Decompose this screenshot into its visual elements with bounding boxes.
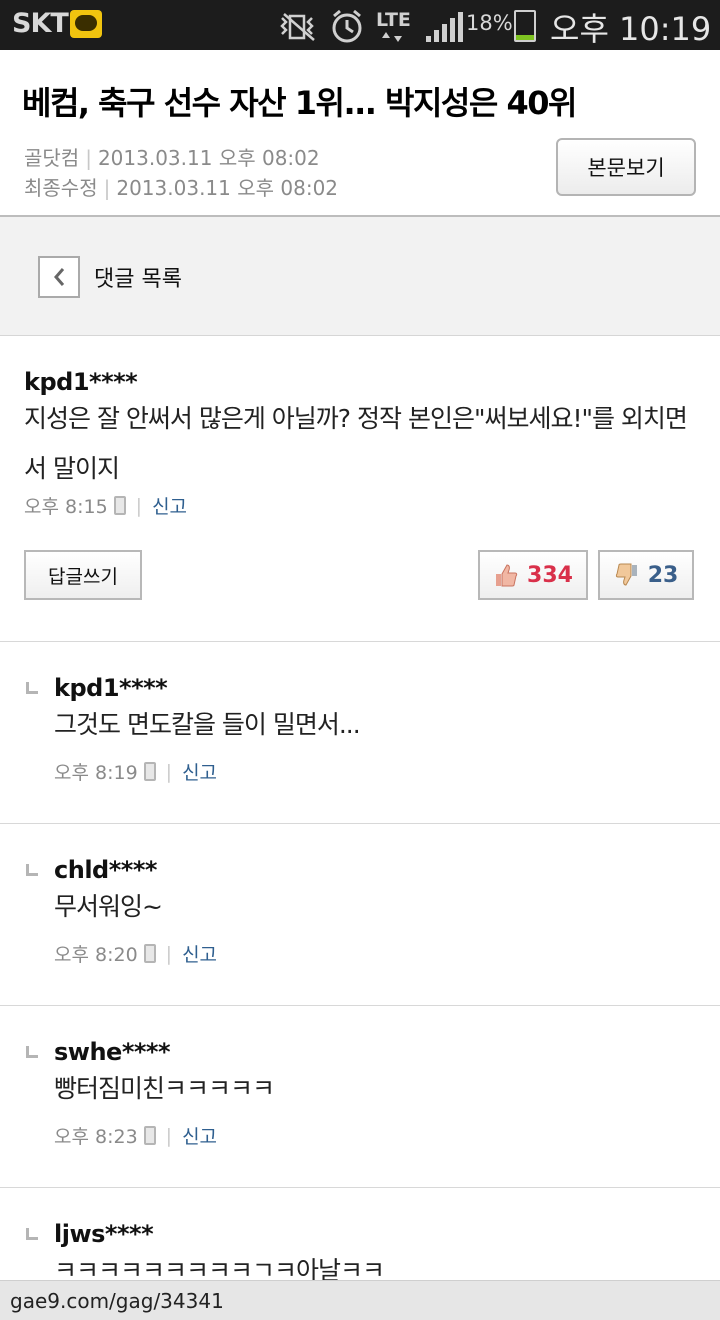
- carrier-label: SKT: [12, 8, 69, 39]
- view-article-button[interactable]: 본문보기: [556, 138, 696, 196]
- article-modified: 2013.03.11 오후 08:02: [116, 176, 339, 200]
- reply-username: swhe****: [54, 1038, 171, 1066]
- reply-button[interactable]: 답글쓰기: [24, 550, 142, 600]
- comment-meta: 오후 8:15 | 신고: [24, 492, 187, 519]
- chevron-left-icon: [54, 268, 65, 286]
- comment-username: kpd1****: [24, 368, 138, 396]
- reply-username: chld****: [54, 856, 157, 884]
- alarm-icon: [332, 9, 362, 43]
- comment-time: 오후 8:15: [24, 496, 108, 518]
- reply-time: 오후 8:19: [54, 762, 138, 784]
- reply-item: swhe**** 빵터짐미친ㅋㅋㅋㅋㅋ 오후 8:23 | 신고: [0, 1006, 720, 1188]
- reply-username: kpd1****: [54, 674, 168, 702]
- comment-text: 지성은 잘 안써서 많은게 아닐까? 정작 본인은"써보세요!"를 외치면서 말…: [24, 404, 688, 483]
- status-bar: SKT LTE 18% 오후 10:19: [0, 0, 720, 50]
- reply-text: ㅋㅋㅋㅋㅋㅋㅋㅋㅋㄱㅋ아날ㅋㅋ: [54, 1256, 385, 1280]
- reply-meta: 오후 8:19 | 신고: [54, 758, 217, 785]
- mobile-icon: [113, 496, 126, 515]
- reply-username: ljws****: [54, 1220, 154, 1248]
- mobile-icon: [143, 1126, 156, 1145]
- lte-icon: LTE: [376, 9, 411, 31]
- comment-item: kpd1**** 지성은 잘 안써서 많은게 아닐까? 정작 본인은"써보세요!…: [0, 336, 720, 642]
- reply-item: chld**** 무서워잉~ 오후 8:20 | 신고: [0, 824, 720, 1006]
- mobile-icon: [143, 762, 156, 781]
- reply-indicator-icon: [26, 864, 38, 876]
- reply-time: 오후 8:23: [54, 1126, 138, 1148]
- report-link[interactable]: 신고: [182, 1122, 217, 1149]
- reply-text: 무서워잉~: [54, 892, 163, 921]
- mobile-icon: [143, 944, 156, 963]
- reply-text: 그것도 면도칼을 들이 밀면서...: [54, 710, 361, 739]
- article-modified-label: 최종수정: [24, 176, 98, 200]
- dislike-button[interactable]: 23: [598, 550, 694, 600]
- reply-item: ljws**** ㅋㅋㅋㅋㅋㅋㅋㅋㅋㄱㅋ아날ㅋㅋ: [0, 1188, 720, 1280]
- url-bar[interactable]: gae9.com/gag/34341: [0, 1280, 720, 1320]
- kakaotalk-icon: [70, 10, 102, 38]
- report-link[interactable]: 신고: [182, 940, 217, 967]
- article-modified-line: 최종수정 | 2013.03.11 오후 08:02: [24, 176, 339, 200]
- thumbs-down-icon: [615, 563, 637, 586]
- reply-indicator-icon: [26, 1046, 38, 1058]
- reply-time: 오후 8:20: [54, 944, 138, 966]
- back-button[interactable]: [38, 256, 80, 298]
- report-link[interactable]: 신고: [152, 492, 187, 519]
- article-source-line: 골닷컴 | 2013.03.11 오후 08:02: [24, 146, 320, 170]
- clock: 오후 10:19: [550, 10, 712, 48]
- vibrate-icon: [280, 13, 315, 41]
- dislike-count: 23: [647, 562, 679, 588]
- reply-meta: 오후 8:20 | 신고: [54, 940, 217, 967]
- article-header: 베컴, 축구 선수 자산 1위... 박지성은 40위 골닷컴 | 2013.03.…: [0, 50, 720, 217]
- reply-indicator-icon: [26, 682, 38, 694]
- reply-text: 빵터짐미친ㅋㅋㅋㅋㅋ: [54, 1074, 275, 1103]
- signal-icon: [426, 12, 463, 42]
- battery-percent: 18%: [466, 11, 513, 35]
- comment-list-title: 댓글 목록: [94, 267, 182, 292]
- data-arrows-icon: [382, 32, 402, 42]
- reply-item: kpd1**** 그것도 면도칼을 들이 밀면서... 오후 8:19 | 신고: [0, 642, 720, 824]
- reply-meta: 오후 8:23 | 신고: [54, 1122, 217, 1149]
- like-button[interactable]: 334: [478, 550, 588, 600]
- comment-list-header: 댓글 목록: [0, 217, 720, 336]
- report-link[interactable]: 신고: [182, 758, 217, 785]
- thumbs-up-icon: [496, 564, 518, 587]
- battery-icon: [514, 10, 536, 42]
- article-published: 2013.03.11 오후 08:02: [97, 146, 320, 170]
- article-source: 골닷컴: [24, 146, 80, 170]
- reply-indicator-icon: [26, 1228, 38, 1240]
- like-count: 334: [527, 562, 573, 588]
- article-title: 베컴, 축구 선수 자산 1위... 박지성은 40위: [22, 84, 577, 122]
- url-text: gae9.com/gag/34341: [10, 1289, 224, 1313]
